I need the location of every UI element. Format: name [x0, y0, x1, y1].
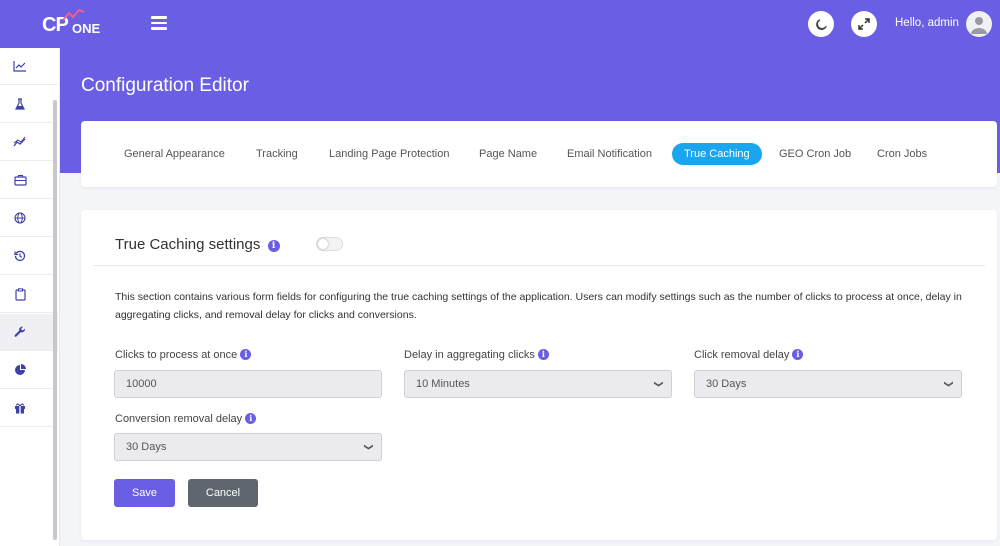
- sidebar: [0, 48, 60, 546]
- info-icon[interactable]: i: [792, 349, 804, 360]
- tab-tracking[interactable]: Tracking: [256, 143, 298, 165]
- sidebar-item-rewards[interactable]: [0, 390, 58, 427]
- cancel-button[interactable]: Cancel: [188, 479, 258, 507]
- tab-geo-cron-job[interactable]: GEO Cron Job: [779, 143, 851, 165]
- info-icon[interactable]: i: [267, 240, 280, 252]
- clipboard-icon: [14, 287, 26, 301]
- sidebar-item-experiments[interactable]: [0, 86, 58, 123]
- sidebar-item-geo[interactable]: [0, 200, 58, 237]
- menu-toggle-icon[interactable]: [151, 16, 167, 30]
- app-logo[interactable]: CP ONE: [40, 8, 104, 42]
- delay-aggregating-select[interactable]: 10 Minutes ❯: [404, 370, 672, 398]
- globe-icon: [14, 212, 26, 224]
- info-icon[interactable]: i: [240, 349, 252, 360]
- chevron-down-icon: ❯: [944, 380, 955, 388]
- gift-icon: [15, 403, 25, 414]
- tab-true-caching[interactable]: True Caching: [672, 143, 762, 165]
- sidebar-item-campaigns[interactable]: [0, 162, 58, 199]
- sidebar-item-settings[interactable]: [0, 314, 58, 351]
- click-removal-select[interactable]: 30 Days ❯: [694, 370, 962, 398]
- tab-general-appearance[interactable]: General Appearance: [124, 143, 225, 165]
- section-title: True Caching settings i: [115, 236, 280, 253]
- clicks-process-input[interactable]: 10000: [114, 370, 382, 398]
- sidebar-scrollbar[interactable]: [53, 100, 57, 540]
- flask-icon: [15, 98, 25, 110]
- sidebar-item-dashboard[interactable]: [0, 48, 58, 85]
- trend-chart-icon: [13, 136, 26, 147]
- conversion-removal-label: Conversion removal delay i: [115, 413, 257, 425]
- tab-cron-jobs[interactable]: Cron Jobs: [877, 143, 927, 165]
- tab-email-notification[interactable]: Email Notification: [567, 143, 652, 165]
- dark-mode-button[interactable]: [808, 11, 834, 37]
- user-avatar[interactable]: [966, 11, 992, 37]
- moon-icon: [815, 18, 827, 30]
- expand-icon: [858, 18, 870, 30]
- true-caching-toggle[interactable]: [316, 237, 343, 251]
- info-icon[interactable]: i: [245, 413, 257, 424]
- section-description: This section contains various form field…: [115, 291, 962, 321]
- sidebar-item-history[interactable]: [0, 238, 58, 275]
- info-icon[interactable]: i: [537, 349, 549, 360]
- delay-aggregating-label: Delay in aggregating clicks i: [404, 349, 549, 361]
- user-greeting[interactable]: Hello, admin: [895, 17, 959, 29]
- section-title-text: True Caching settings: [115, 236, 261, 253]
- history-icon: [14, 250, 26, 262]
- top-bar: CP ONE Hello, admin: [0, 0, 1000, 48]
- pie-chart-icon: [15, 364, 26, 375]
- chevron-down-icon: ❯: [654, 380, 665, 388]
- briefcase-icon: [13, 174, 27, 186]
- fullscreen-button[interactable]: [851, 11, 877, 37]
- true-caching-card: True Caching settings i This section con…: [81, 210, 997, 540]
- sidebar-item-analytics[interactable]: [0, 352, 58, 389]
- save-button[interactable]: Save: [114, 479, 175, 507]
- tab-landing-page-protection[interactable]: Landing Page Protection: [329, 143, 449, 165]
- page-title: Configuration Editor: [81, 75, 249, 96]
- logo-spark-icon: [62, 8, 85, 21]
- chevron-down-icon: ❯: [364, 443, 375, 451]
- line-chart-icon: [13, 61, 26, 72]
- user-icon: [971, 17, 987, 34]
- sidebar-item-reports[interactable]: [0, 276, 58, 313]
- conversion-removal-select[interactable]: 30 Days ❯: [114, 433, 382, 461]
- section-divider: [93, 265, 985, 266]
- click-removal-label: Click removal delay i: [694, 349, 804, 361]
- logo-sub-text: ONE: [72, 21, 101, 36]
- config-tabs: General Appearance Tracking Landing Page…: [81, 121, 997, 187]
- tab-page-name[interactable]: Page Name: [479, 143, 537, 165]
- clicks-process-label: Clicks to process at once i: [115, 349, 252, 361]
- wrench-icon: [14, 326, 25, 337]
- sidebar-item-stats[interactable]: [0, 124, 58, 161]
